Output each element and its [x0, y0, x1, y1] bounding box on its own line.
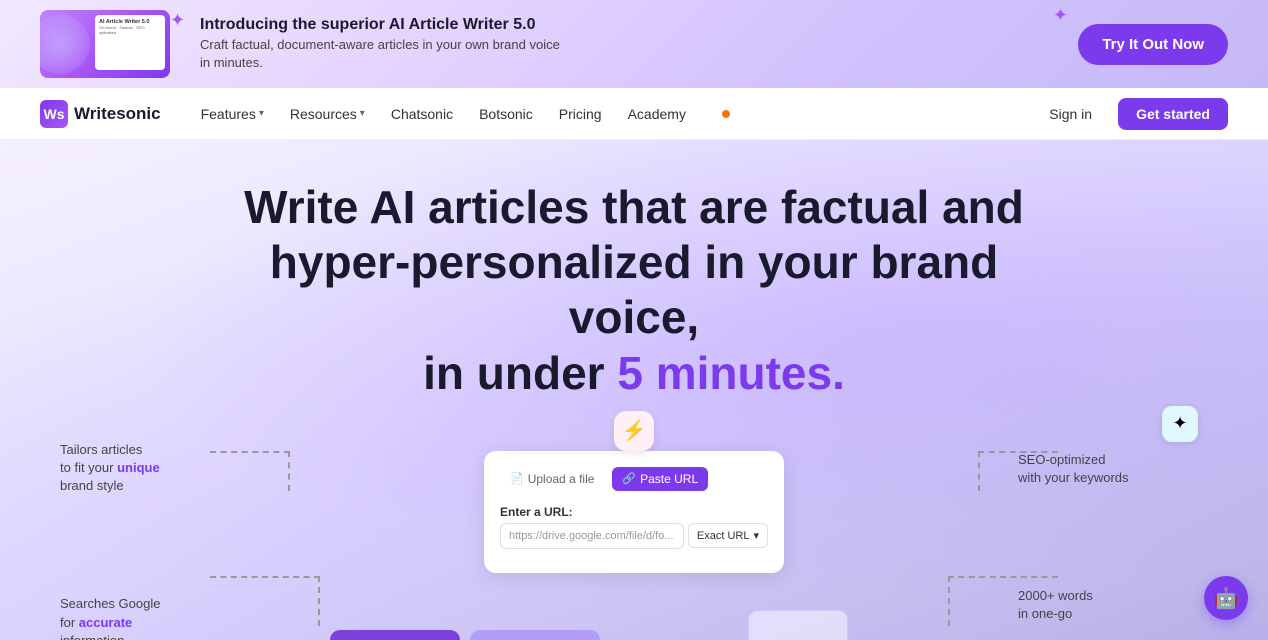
bg-decoration-box-3 — [748, 610, 848, 640]
nav-pricing[interactable]: Pricing — [549, 100, 612, 128]
get-started-button[interactable]: Get started — [1118, 98, 1228, 130]
nav-right: Sign in Get started — [1033, 98, 1228, 130]
floating-sparkle-icon: ✦ — [1162, 406, 1198, 442]
annotation-dashes-1 — [210, 451, 290, 491]
right-annotations: ✦ SEO-optimized with your keywords 2000+… — [978, 421, 1208, 640]
nav-botsonic[interactable]: Botsonic — [469, 100, 543, 128]
tab-paste-url[interactable]: 🔗 Paste URL — [612, 467, 708, 491]
url-input-group: Enter a URL: https://drive.google.com/fi… — [500, 505, 768, 549]
hero-section: Write AI articles that are factual and h… — [0, 140, 1268, 640]
nav-resources[interactable]: Resources ▾ — [280, 100, 375, 128]
banner-text: Introducing the superior AI Article Writ… — [200, 16, 1048, 72]
left-annotations: Tailors articles to fit your unique bran… — [60, 421, 290, 640]
chat-support-button[interactable]: 🤖 — [1204, 576, 1248, 620]
url-type-select[interactable]: Exact URL ▾ — [688, 523, 768, 548]
nav-features[interactable]: Features ▾ — [191, 100, 274, 128]
bg-decoration-box-1 — [330, 630, 460, 640]
upload-icon: 📄 — [510, 472, 524, 485]
logo-icon: Ws — [40, 100, 68, 128]
annotation-right-dashes-1 — [978, 451, 1058, 491]
nav-chatsonic[interactable]: Chatsonic — [381, 100, 463, 128]
annotation-right-dashes-2 — [948, 576, 1058, 626]
link-icon: 🔗 — [622, 472, 636, 485]
logo[interactable]: Ws Writesonic — [40, 100, 161, 128]
bg-decoration-box-2 — [470, 630, 600, 640]
logo-text: Writesonic — [74, 104, 161, 124]
star-decoration-2: ✦ — [1053, 5, 1068, 26]
chevron-down-icon: ▾ — [753, 529, 759, 542]
hero-content: Tailors articles to fit your unique bran… — [60, 421, 1208, 640]
url-input-row: https://drive.google.com/file/d/fo... Ex… — [500, 523, 768, 549]
nav-academy[interactable]: Academy — [618, 100, 696, 128]
banner-title: Introducing the superior AI Article Writ… — [200, 16, 1048, 34]
url-text-input[interactable]: https://drive.google.com/file/d/fo... — [500, 523, 684, 549]
top-banner: ✦ ✦ AI Article Writer 5.0 On-brand · Fac… — [0, 0, 1268, 88]
url-input-card: 📄 Upload a file 🔗 Paste URL Enter a URL:… — [484, 451, 784, 573]
chevron-down-icon: ▾ — [360, 108, 365, 119]
floating-lightning-icon: ⚡ — [614, 411, 654, 451]
chat-icon: 🤖 — [1214, 586, 1239, 611]
center-mockup: ⚡ 📄 Upload a file 🔗 Paste URL Enter a UR… — [290, 421, 978, 640]
banner-image: AI Article Writer 5.0 On-brand · Factual… — [40, 10, 170, 78]
url-input-label: Enter a URL: — [500, 505, 768, 519]
chevron-down-icon: ▾ — [259, 108, 264, 119]
nav-items: Features ▾ Resources ▾ Chatsonic Botsoni… — [191, 100, 1024, 128]
tab-upload-file[interactable]: 📄 Upload a file — [500, 467, 604, 491]
star-decoration-1: ✦ — [170, 10, 185, 31]
navbar: Ws Writesonic Features ▾ Resources ▾ Cha… — [0, 88, 1268, 140]
annotation-brand-style: Tailors articles to fit your unique bran… — [60, 441, 290, 496]
sign-in-button[interactable]: Sign in — [1033, 99, 1108, 129]
annotation-accurate: Searches Google for accurate information — [60, 595, 290, 640]
mockup-tabs: 📄 Upload a file 🔗 Paste URL — [500, 467, 768, 491]
banner-cta-button[interactable]: Try It Out Now — [1078, 24, 1228, 65]
banner-desc: Craft factual, document-aware articles i… — [200, 36, 1048, 72]
nav-notification-dot — [722, 110, 730, 118]
hero-title: Write AI articles that are factual and h… — [234, 180, 1034, 401]
